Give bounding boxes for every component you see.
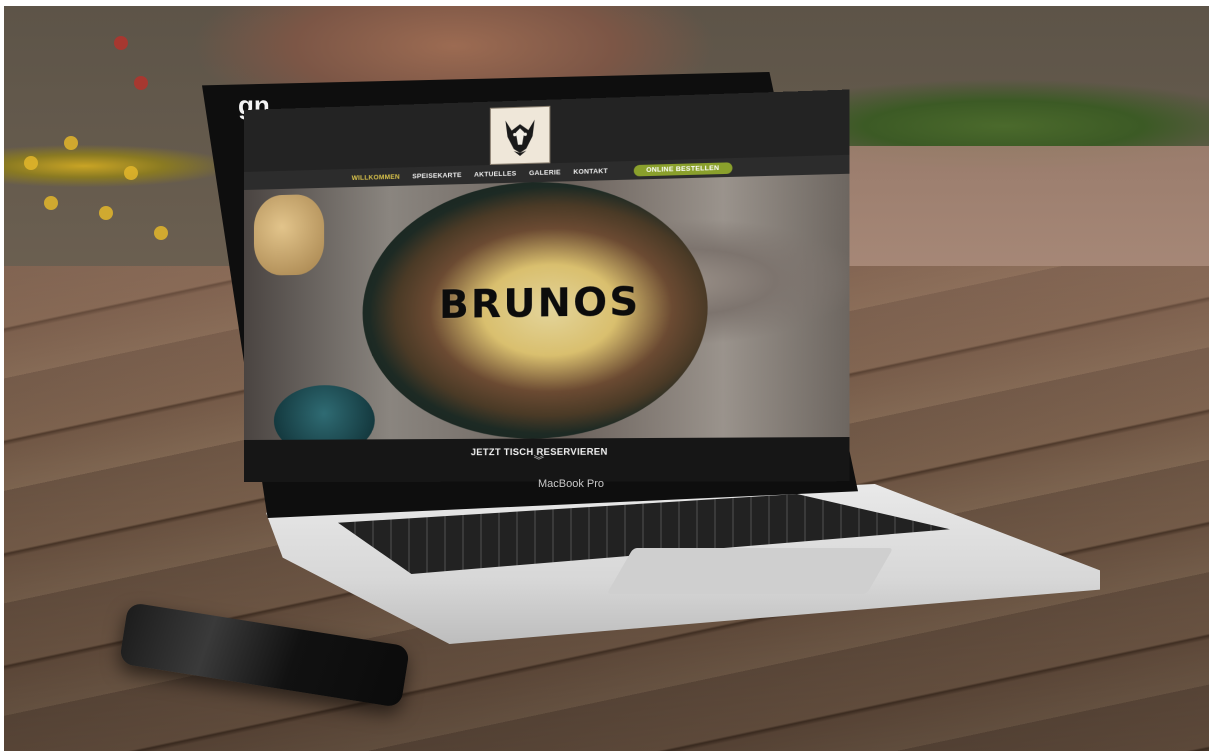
laptop-model-label: MacBook Pro <box>538 478 605 490</box>
flower <box>44 196 58 210</box>
site-logo[interactable] <box>489 105 551 166</box>
chevron-down-icon[interactable]: ︾ <box>244 456 849 468</box>
hero-title: BRUNOS <box>438 278 641 328</box>
laptop-trackpad <box>606 548 894 594</box>
flower <box>64 136 78 150</box>
nav-item-kontakt[interactable]: KONTAKT <box>573 167 608 175</box>
reserve-label[interactable]: JETZT TISCH RESERVIEREN <box>244 437 849 458</box>
online-order-button[interactable]: ONLINE BESTELLEN <box>633 161 733 176</box>
flower <box>99 206 113 220</box>
red-flower <box>114 36 128 50</box>
flower <box>154 226 168 240</box>
nav-item-speisekarte[interactable]: SPEISEKARTE <box>412 171 461 179</box>
nav-item-willkommen[interactable]: WILLKOMMEN <box>352 173 400 181</box>
flower <box>124 166 138 180</box>
ginger-root <box>253 193 325 276</box>
red-flower <box>134 76 148 90</box>
nav-item-galerie[interactable]: GALERIE <box>529 169 561 177</box>
dog-icon <box>505 119 535 157</box>
nav-item-aktuelles[interactable]: AKTUELLES <box>474 170 516 178</box>
website-screen: WILLKOMMEN SPEISEKARTE AKTUELLES GALERIE… <box>244 89 850 482</box>
hero-image: BRUNOS <box>244 173 850 456</box>
reserve-bar[interactable]: JETZT TISCH RESERVIEREN ︾ <box>244 437 850 482</box>
flower <box>24 156 38 170</box>
